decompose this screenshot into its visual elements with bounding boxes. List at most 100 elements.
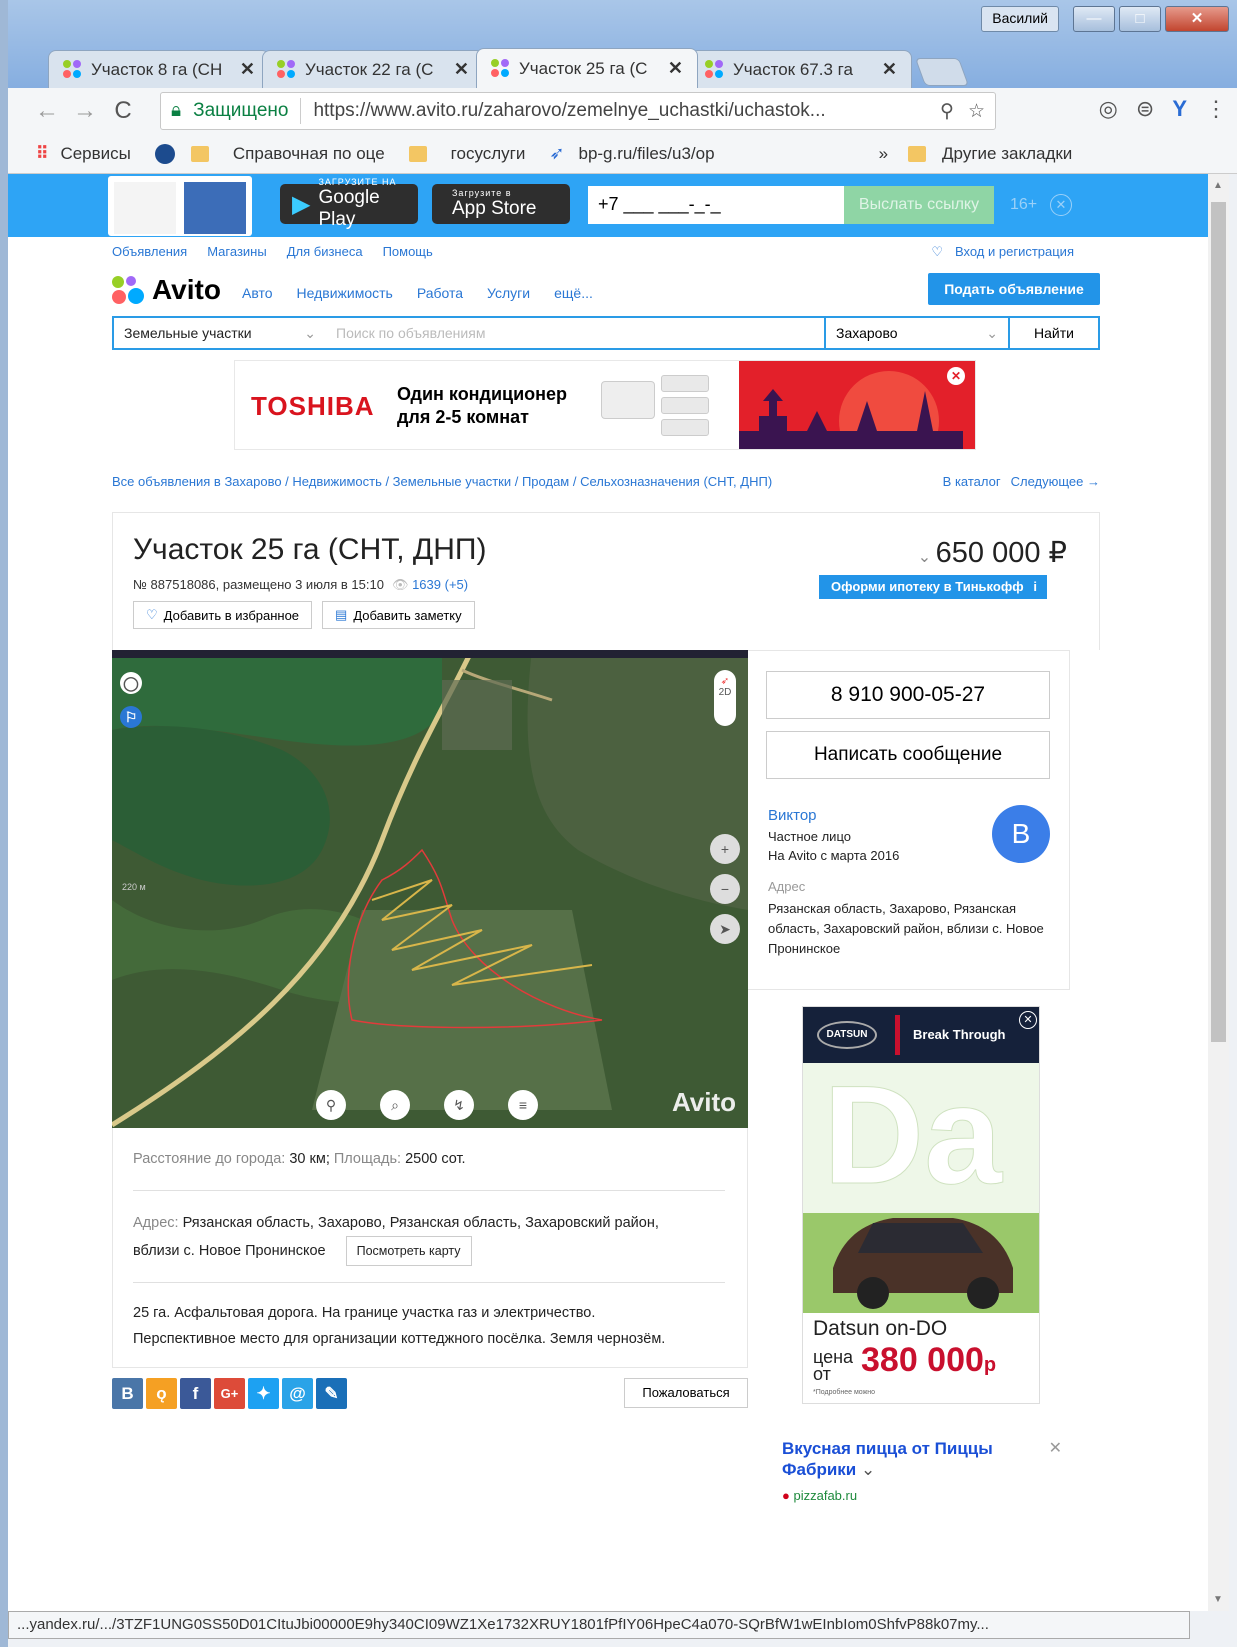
nav-link[interactable]: Для бизнеса xyxy=(287,244,363,260)
google-play-button[interactable]: ▶ ЗАГРУЗИТЕ НА Google Play xyxy=(280,177,418,230)
facebook-icon[interactable]: f xyxy=(180,1378,211,1409)
avatar[interactable]: В xyxy=(992,805,1050,863)
views-count[interactable]: 1639 (+5) xyxy=(412,577,468,592)
post-ad-button[interactable]: Подать объявление xyxy=(928,273,1100,305)
minimize-button[interactable]: — xyxy=(1073,6,1115,32)
tab-close-icon[interactable]: ✕ xyxy=(882,59,897,80)
pizza-text-ad[interactable]: Вкусная пицца от Пиццы Фабрики ⌄ ● pizza… xyxy=(782,1438,1082,1503)
chevron-down-icon[interactable]: ⌄ xyxy=(918,549,936,566)
mortgage-button[interactable]: Оформи ипотеку в Тинькофф i xyxy=(819,575,1047,599)
close-window-button[interactable]: ✕ xyxy=(1165,6,1229,32)
tab-close-icon[interactable]: ✕ xyxy=(668,58,683,79)
scroll-up-icon[interactable]: ▲ xyxy=(1213,180,1223,191)
banner-close-icon[interactable]: ✕ xyxy=(947,367,965,385)
nav-link[interactable]: Магазины xyxy=(207,244,267,260)
maximize-button[interactable]: □ xyxy=(1119,6,1161,32)
browser-tab[interactable]: Участок 8 га (СН ✕ xyxy=(48,50,270,88)
category-select[interactable]: Земельные участки ⌄ xyxy=(114,318,326,348)
url-text[interactable]: https://www.avito.ru/zaharovo/zemelnye_u… xyxy=(313,100,926,122)
bookmark-item[interactable]: госуслуги xyxy=(451,144,526,164)
chevron-down-icon[interactable]: ⌄ xyxy=(861,1460,875,1479)
back-arrow-icon[interactable]: ← xyxy=(28,97,66,125)
address-bar[interactable]: 🔒︎ Защищено https://www.avito.ru/zaharov… xyxy=(160,92,996,130)
write-message-button[interactable]: Написать сообщение xyxy=(766,731,1050,779)
other-bookmarks[interactable]: Другие закладки xyxy=(942,144,1072,164)
nav-more[interactable]: ещё... xyxy=(554,285,593,301)
tab-close-icon[interactable]: ✕ xyxy=(240,59,255,80)
menu-icon[interactable]: ⋮ xyxy=(1205,96,1227,122)
phone-button[interactable]: 8 910 900-05-27 xyxy=(766,671,1050,719)
browser-tab[interactable]: Участок 67.3 га ✕ xyxy=(690,50,912,88)
nav-auto[interactable]: Авто xyxy=(242,285,273,301)
ad-close-icon[interactable]: ✕ xyxy=(1019,1011,1037,1029)
bookmark-item[interactable]: Справочная по оце xyxy=(233,144,385,164)
seller-name[interactable]: Виктор xyxy=(768,807,817,824)
globe-icon[interactable] xyxy=(154,143,175,164)
apps-bookmark[interactable]: ⠿ Сервисы xyxy=(36,144,131,164)
info-icon[interactable]: i xyxy=(1033,575,1037,599)
layers-icon[interactable]: ◯ xyxy=(120,672,142,694)
pin-icon[interactable]: ⚲ xyxy=(316,1090,346,1120)
catalog-link[interactable]: В каталог xyxy=(943,474,1001,489)
more-bookmarks-button[interactable]: » xyxy=(879,144,888,164)
add-note-button[interactable]: ▤ Добавить заметку xyxy=(322,601,475,629)
ad-title[interactable]: Вкусная пицца от Пиццы Фабрики xyxy=(782,1439,993,1479)
profile-button[interactable]: Василий xyxy=(981,6,1059,32)
map-mode-control[interactable]: ➶ 2D xyxy=(714,670,736,726)
zoom-out-button[interactable]: − xyxy=(710,874,740,904)
list-icon[interactable]: ≡ xyxy=(508,1090,538,1120)
price-value: 650 000 ₽ xyxy=(935,537,1067,569)
add-favorite-button[interactable]: ♡ Добавить в избранное xyxy=(133,601,313,629)
nav-services[interactable]: Услуги xyxy=(487,285,530,301)
ad-site[interactable]: pizzafab.ru xyxy=(793,1488,857,1503)
search-input[interactable]: Поиск по объявлениям xyxy=(326,318,824,348)
scroll-down-icon[interactable]: ▼ xyxy=(1213,1594,1223,1605)
route-icon[interactable]: ↯ xyxy=(444,1090,474,1120)
toshiba-banner-ad[interactable]: TOSHIBA Один кондиционер для 2-5 комнат ✕ xyxy=(234,360,976,450)
phone-input[interactable]: +7 ___ ___-_-_ xyxy=(588,186,844,224)
datsun-banner-ad[interactable]: DATSUN Break Through ✕ Da Datsun on-DO ц… xyxy=(802,1006,1040,1404)
mail-ru-icon[interactable]: @ xyxy=(282,1378,313,1409)
forward-arrow-icon[interactable]: → xyxy=(66,97,104,125)
search-button[interactable]: Найти xyxy=(1008,318,1098,348)
nav-link[interactable]: Объявления xyxy=(112,244,187,260)
zoom-in-button[interactable]: + xyxy=(710,834,740,864)
close-icon[interactable]: ✕ xyxy=(1050,194,1072,216)
transport-icon[interactable]: ⚐ xyxy=(120,706,142,728)
nav-jobs[interactable]: Работа xyxy=(417,285,463,301)
bookmark-item[interactable]: bp-g.ru/files/u3/op xyxy=(578,144,714,164)
avito-logo[interactable]: Avito xyxy=(112,274,221,306)
zoom-icon[interactable]: ⚲ xyxy=(940,100,954,123)
login-link[interactable]: Вход и регистрация xyxy=(955,244,1074,260)
heart-icon[interactable]: ♡ xyxy=(931,244,943,260)
complain-button[interactable]: Пожаловаться xyxy=(624,1378,748,1408)
location-arrow-icon[interactable]: ➤ xyxy=(710,914,740,944)
extension-icon[interactable]: ⊜ xyxy=(1136,96,1154,122)
livejournal-icon[interactable]: ✎ xyxy=(316,1378,347,1409)
scroll-thumb[interactable] xyxy=(1211,202,1226,1042)
nav-link[interactable]: Помощь xyxy=(383,244,433,260)
extension-icon[interactable]: Y xyxy=(1172,96,1187,122)
reload-icon[interactable]: C xyxy=(104,97,142,125)
odnoklassniki-icon[interactable]: ǫ xyxy=(146,1378,177,1409)
star-icon[interactable]: ☆ xyxy=(968,100,985,123)
ad-close-icon[interactable]: ✕ xyxy=(1049,1438,1062,1458)
next-link[interactable]: Следующее → xyxy=(1011,474,1100,489)
browser-tab-active[interactable]: Участок 25 га (С ✕ xyxy=(476,48,698,88)
scrollbar[interactable]: ▲ ▼ xyxy=(1208,174,1229,1611)
extension-icon[interactable]: ◎ xyxy=(1099,96,1118,122)
new-tab-button[interactable] xyxy=(914,58,970,86)
twitter-icon[interactable]: ✦ xyxy=(248,1378,279,1409)
app-store-button[interactable]: Загрузите в App Store xyxy=(432,184,570,224)
vk-icon[interactable]: В xyxy=(112,1378,143,1409)
location-select[interactable]: Захарово ⌄ xyxy=(824,318,1008,348)
satellite-map-photo[interactable]: ◯ ⚐ ➶ 2D + − ➤ 220 м ⚲ ⌕ ↯ ≡ Avito xyxy=(112,650,748,1128)
view-map-button[interactable]: Посмотреть карту xyxy=(345,1236,472,1266)
google-plus-icon[interactable]: G+ xyxy=(214,1378,245,1409)
nav-realty[interactable]: Недвижимость xyxy=(297,285,393,301)
send-link-button[interactable]: Выслать ссылку xyxy=(844,186,994,224)
search-icon[interactable]: ⌕ xyxy=(380,1090,410,1120)
breadcrumb-path[interactable]: Все объявления в Захарово / Недвижимость… xyxy=(112,474,772,489)
browser-tab[interactable]: Участок 22 га (С ✕ xyxy=(262,50,484,88)
tab-close-icon[interactable]: ✕ xyxy=(454,59,469,80)
